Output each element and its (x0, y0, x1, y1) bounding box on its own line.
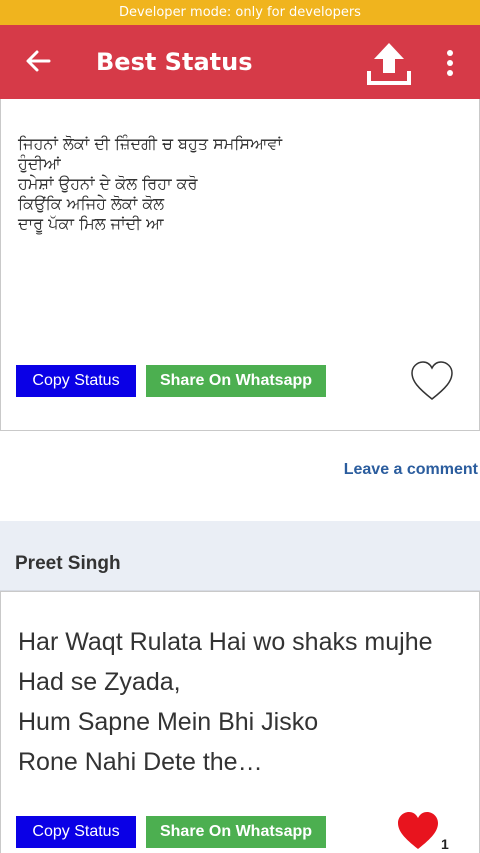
author-name: Preet Singh (15, 553, 121, 574)
like-button[interactable] (410, 360, 454, 406)
page-title: Best Status (96, 48, 253, 76)
copy-status-button[interactable]: Copy Status (16, 816, 136, 848)
upload-button[interactable] (364, 39, 414, 87)
share-whatsapp-button[interactable]: Share On Whatsapp (146, 816, 326, 848)
status-text: ਜਿਹਨਾਂ ਲੋਕਾਂ ਦੀ ਜ਼ਿੰਦਗੀ ਚ ਬਹੁਤ ਸਮਸਿਆਵਾਂ … (18, 134, 283, 233)
heart-filled-icon (398, 812, 438, 849)
upload-icon (367, 43, 411, 85)
likes-count: 1 (441, 836, 449, 852)
share-whatsapp-button[interactable]: Share On Whatsapp (146, 365, 326, 397)
back-button[interactable] (20, 43, 56, 79)
comment-row: Leave a comment (0, 431, 480, 521)
leave-comment-link[interactable]: Leave a comment (344, 461, 478, 479)
like-button[interactable] (396, 810, 440, 853)
status-text: Har Waqt Rulata Hai wo shaks mujhe Had s… (18, 628, 433, 776)
more-options-button[interactable] (438, 43, 462, 83)
heart-outline-icon (411, 361, 453, 400)
copy-status-button[interactable]: Copy Status (16, 365, 136, 397)
author-header: Preet Singh (0, 521, 480, 591)
developer-mode-banner: Developer mode: only for developers (0, 0, 480, 25)
arrow-left-icon (26, 50, 51, 72)
app-bar: Best Status (0, 25, 480, 99)
more-vertical-icon (447, 50, 453, 76)
